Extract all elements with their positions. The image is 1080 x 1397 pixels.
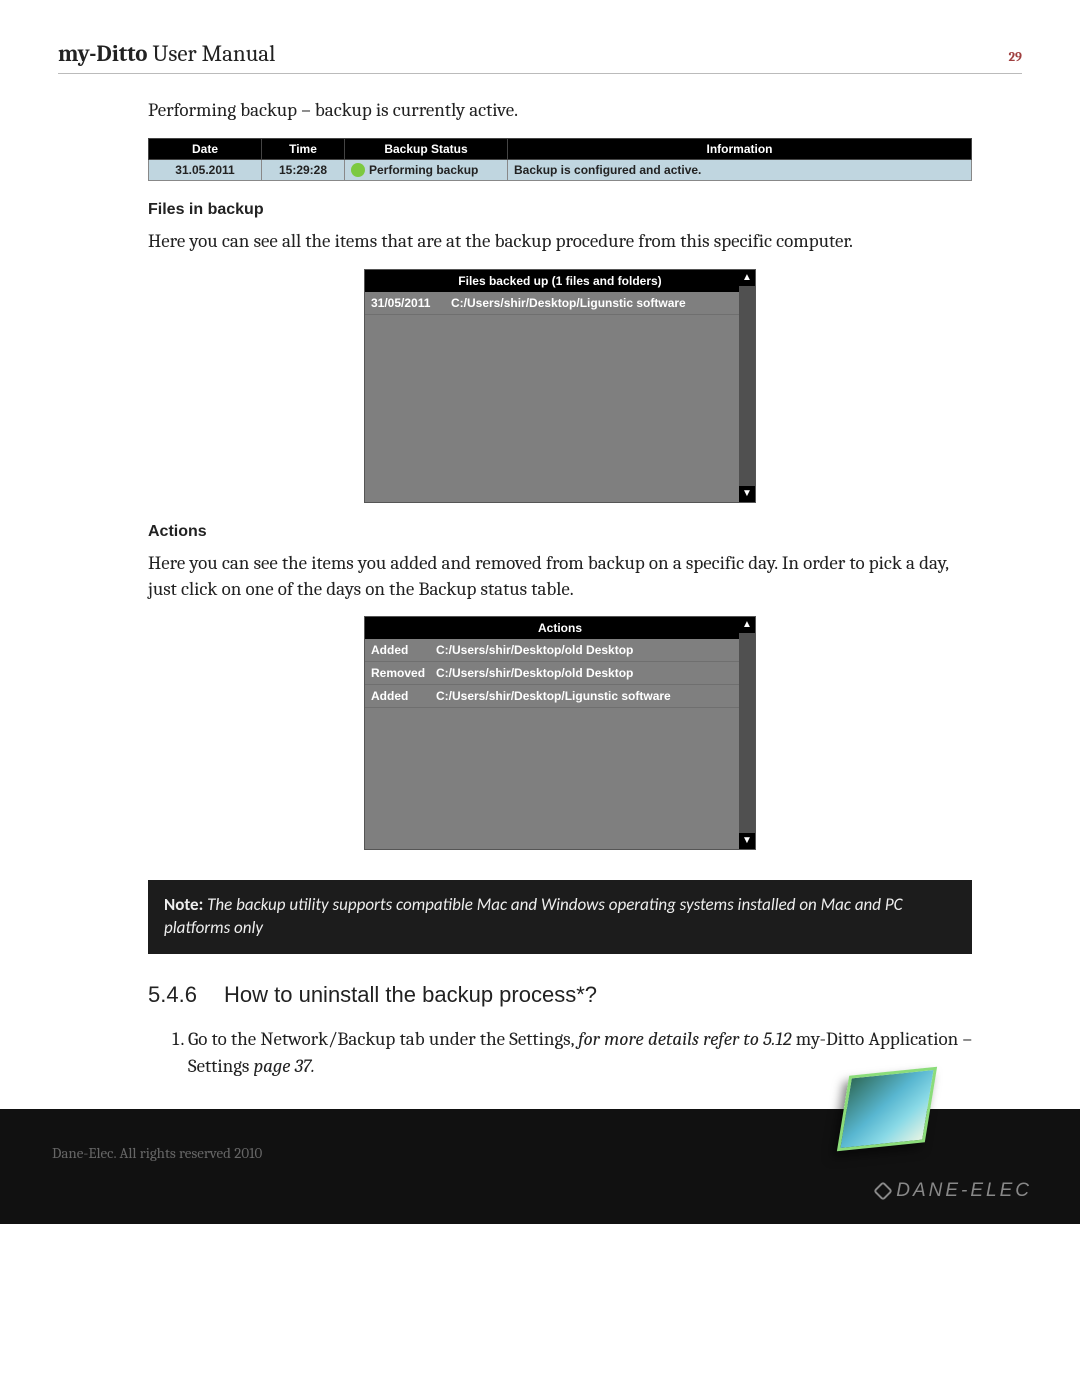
action-row[interactable]: Added C:/Users/shir/Desktop/Ligunstic so… — [365, 685, 739, 708]
files-panel: Files backed up (1 files and folders) 31… — [364, 269, 756, 503]
section-number: 5.4.6 — [148, 982, 224, 1008]
status-indicator-icon — [351, 163, 365, 177]
file-row[interactable]: 31/05/2011 C:/Users/shir/Desktop/Ligunst… — [365, 292, 739, 315]
cell-date: 31.05.2011 — [149, 159, 262, 181]
brand-name: DANE-ELEC — [896, 1180, 1032, 1201]
file-path: C:/Users/shir/Desktop/Ligunstic software — [451, 296, 733, 310]
action-type: Removed — [371, 666, 436, 680]
action-type: Added — [371, 643, 436, 657]
file-date: 31/05/2011 — [371, 296, 451, 310]
action-path: C:/Users/shir/Desktop/Ligunstic software — [436, 689, 733, 703]
scroll-down-icon[interactable]: ▼ — [739, 486, 755, 502]
cell-status: Performing backup — [345, 159, 508, 181]
files-heading: Files in backup — [148, 201, 972, 219]
page-header: my-Ditto User Manual 29 — [58, 40, 1022, 74]
col-info: Information — [508, 138, 972, 159]
files-panel-title: Files backed up (1 files and folders) — [365, 270, 755, 292]
page-number: 29 — [1008, 50, 1022, 65]
action-path: C:/Users/shir/Desktop/old Desktop — [436, 643, 733, 657]
section-title: How to uninstall the backup process*? — [224, 982, 597, 1007]
status-data-row[interactable]: 31.05.2011 15:29:28 Performing backup Ba… — [149, 159, 972, 181]
action-row[interactable]: Added C:/Users/shir/Desktop/old Desktop — [365, 639, 739, 662]
note-label: Note: — [164, 894, 203, 915]
section-546-heading: 5.4.6How to uninstall the backup process… — [148, 982, 972, 1008]
actions-scrollbar[interactable]: ▲ ▼ — [739, 617, 755, 849]
brand-text: DANE-ELEC — [876, 1180, 1032, 1202]
cell-time: 15:29:28 — [262, 159, 345, 181]
scroll-up-icon[interactable]: ▲ — [739, 617, 755, 633]
page-footer: Dane-Elec. All rights reserved 2010 DANE… — [0, 1109, 1080, 1224]
title-bold: my-Ditto — [58, 40, 147, 67]
actions-heading: Actions — [148, 523, 972, 541]
scroll-up-icon[interactable]: ▲ — [739, 270, 755, 286]
actions-panel-title: Actions — [365, 617, 755, 639]
step-text-d: page 37. — [254, 1055, 315, 1077]
action-path: C:/Users/shir/Desktop/old Desktop — [436, 666, 733, 680]
title-rest: User Manual — [147, 40, 275, 67]
files-description: Here you can see all the items that are … — [148, 229, 972, 255]
action-type: Added — [371, 689, 436, 703]
cell-status-text: Performing backup — [369, 163, 478, 177]
status-header-row: Date Time Backup Status Information — [149, 138, 972, 159]
step-text-a: Go to the Network/Backup tab under the S… — [188, 1028, 578, 1050]
col-status: Backup Status — [345, 138, 508, 159]
col-time: Time — [262, 138, 345, 159]
cell-info: Backup is configured and active. — [508, 159, 972, 181]
manual-title: my-Ditto User Manual — [58, 40, 275, 67]
actions-panel: Actions Added C:/Users/shir/Desktop/old … — [364, 616, 756, 850]
intro-text: Performing backup – backup is currently … — [148, 98, 972, 124]
uninstall-steps: Go to the Network/Backup tab under the S… — [188, 1026, 972, 1079]
col-date: Date — [149, 138, 262, 159]
note-text: The backup utility supports compatible M… — [164, 894, 903, 938]
scroll-down-icon[interactable]: ▼ — [739, 833, 755, 849]
files-panel-body: 31/05/2011 C:/Users/shir/Desktop/Ligunst… — [365, 292, 739, 502]
actions-panel-body: Added C:/Users/shir/Desktop/old Desktop … — [365, 639, 739, 849]
copyright-text: Dane-Elec. All rights reserved 2010 — [52, 1144, 1028, 1162]
step-1: Go to the Network/Backup tab under the S… — [188, 1026, 972, 1079]
backup-status-table: Date Time Backup Status Information 31.0… — [148, 138, 972, 182]
dane-elec-logo-icon — [837, 1067, 937, 1152]
step-text-b: for more details refer to 5.12 — [578, 1028, 796, 1050]
note-box: Note: The backup utility supports compat… — [148, 880, 972, 954]
brand-diamond-icon — [873, 1182, 893, 1202]
files-scrollbar[interactable]: ▲ ▼ — [739, 270, 755, 502]
actions-description: Here you can see the items you added and… — [148, 551, 972, 602]
action-row[interactable]: Removed C:/Users/shir/Desktop/old Deskto… — [365, 662, 739, 685]
